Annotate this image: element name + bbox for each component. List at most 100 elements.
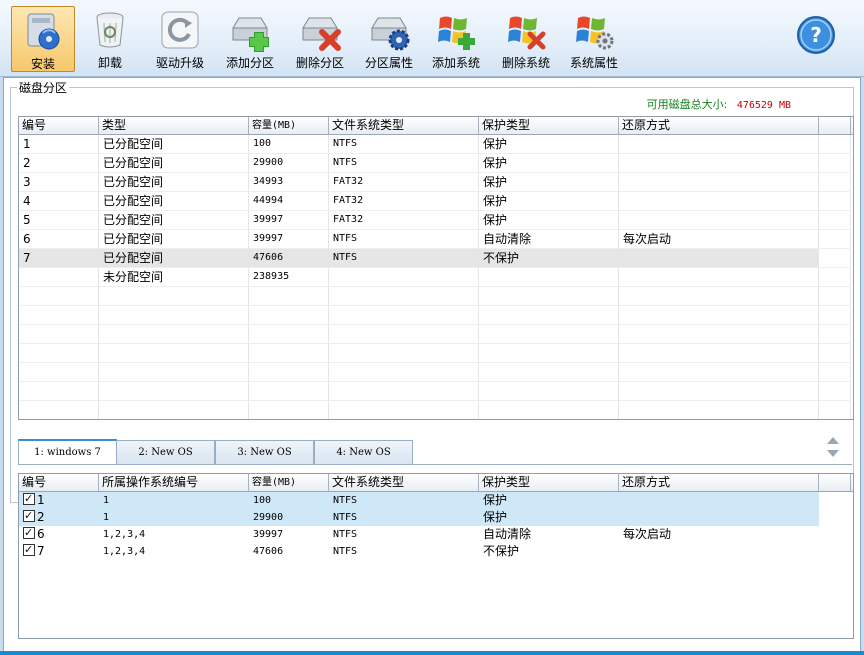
add-partition-label: 添加分区 <box>225 56 274 70</box>
delete-os-label: 删除系统 <box>501 56 550 70</box>
partition-row[interactable]: 未分配空间 238935 <box>19 268 853 287</box>
cell-restore: 每次启动 <box>623 527 672 541</box>
partition-row[interactable]: 7 已分配空间 47606 NTFS 不保护 <box>19 249 853 268</box>
tab-os-1[interactable]: 1: windows 7 <box>18 439 117 465</box>
os-tabs: 1: windows 7 2: New OS 3: New OS 4: New … <box>18 439 618 465</box>
cell-filesystem <box>329 268 479 287</box>
partition-properties-button[interactable]: 分区属性 <box>357 6 421 72</box>
partition-row[interactable] <box>19 363 853 382</box>
os-partition-row[interactable]: 11100NTFS保护 <box>19 492 853 509</box>
cell-protection: 保护 <box>479 509 619 526</box>
add-partition-button[interactable]: 添加分区 <box>218 6 282 72</box>
col-os-number[interactable]: 所属操作系统编号 <box>99 474 249 491</box>
col-restore[interactable]: 还原方式 <box>619 117 819 134</box>
tab-os-3[interactable]: 3: New OS <box>215 440 314 464</box>
partition-row[interactable] <box>19 344 853 363</box>
add-os-icon <box>438 16 475 50</box>
cell-protection <box>479 382 619 401</box>
cell-number: 6 <box>19 230 99 249</box>
cell-filler <box>819 344 851 363</box>
cell-number: 2 <box>19 509 99 526</box>
partition-table[interactable]: 编号 类型 容量(MB) 文件系统类型 保护类型 还原方式 1 已分配空间 100 N… <box>18 116 854 420</box>
os-partition-table[interactable]: 编号 所属操作系统编号 容量(MB) 文件系统类型 保护类型 还原方式 1110… <box>18 473 854 639</box>
os-partition-row[interactable]: 6 1,2,3,4 39997 NTFS 自动清除 每次启动 <box>19 526 853 543</box>
tab-os-2[interactable]: 2: New OS <box>116 440 215 464</box>
delete-os-button[interactable]: 删除系统 <box>494 6 558 72</box>
cell-number <box>19 268 99 287</box>
partition-row[interactable]: 4 已分配空间 44994 FAT32 保护 <box>19 192 853 211</box>
partition-row[interactable] <box>19 382 853 401</box>
col-capacity[interactable]: 容量(MB) <box>249 117 329 134</box>
install-disk-icon <box>27 13 60 50</box>
cell-number: 1 <box>19 492 99 509</box>
cell-filler <box>819 211 851 230</box>
cell-filler <box>819 526 851 543</box>
cell-number <box>19 344 99 363</box>
driver-upgrade-button[interactable]: 驱动升级 <box>148 6 212 72</box>
cell-capacity: 47606 <box>249 249 329 268</box>
cell-restore <box>619 382 819 401</box>
row-checkbox[interactable] <box>23 492 35 507</box>
cell-protection: 保护 <box>479 135 619 154</box>
install-button[interactable]: 安装 <box>11 6 75 72</box>
row-checkbox[interactable] <box>23 526 35 541</box>
help-icon[interactable]: ? <box>796 15 836 55</box>
cell-type <box>99 382 249 401</box>
partition-row[interactable]: 5 已分配空间 39997 FAT32 保护 <box>19 211 853 230</box>
cell-filler <box>819 325 851 344</box>
cell-protection: 保护 <box>479 492 619 509</box>
partition-row[interactable] <box>19 287 853 306</box>
partition-row[interactable]: 3 已分配空间 34993 FAT32 保护 <box>19 173 853 192</box>
os-partition-row[interactable]: 7 1,2,3,4 47606 NTFS 不保护 <box>19 543 853 560</box>
cell-filler <box>819 192 851 211</box>
cell-protection <box>479 363 619 382</box>
col-protection[interactable]: 保护类型 <box>479 117 619 134</box>
cell-protection: 不保护 <box>483 544 520 558</box>
cell-number: 3 <box>19 173 99 192</box>
tab-os-4[interactable]: 4: New OS <box>314 440 413 464</box>
cell-capacity <box>249 382 329 401</box>
partition-row[interactable]: 2 已分配空间 29900 NTFS 保护 <box>19 154 853 173</box>
cell-filesystem: NTFS <box>329 135 479 154</box>
bottom-accent-bar <box>0 651 864 655</box>
delete-partition-button[interactable]: 删除分区 <box>288 6 352 72</box>
cell-number: 7 <box>19 543 99 560</box>
col-capacity[interactable]: 容量(MB) <box>249 474 329 491</box>
partition-row[interactable] <box>19 401 853 419</box>
tab-scroll-spinner[interactable] <box>826 433 840 461</box>
cell-filesystem: NTFS <box>333 546 358 557</box>
col-number[interactable]: 编号 <box>19 117 99 134</box>
cell-filesystem: NTFS <box>329 509 479 526</box>
add-os-button[interactable]: 添加系统 <box>424 6 488 72</box>
partition-row[interactable] <box>19 325 853 344</box>
partition-row[interactable] <box>19 306 853 325</box>
row-checkbox[interactable] <box>23 509 35 524</box>
toolbar: 安装 卸载 驱动升级 添加分区 删除分区 分区属性 添加系统 删除系统 系统属性… <box>0 0 864 77</box>
col-filesystem[interactable]: 文件系统类型 <box>329 117 479 134</box>
cell-filler <box>819 382 851 401</box>
cell-restore <box>619 287 819 306</box>
os-partition-row[interactable]: 2 129900NTFS保护 <box>19 509 853 526</box>
row-checkbox[interactable] <box>23 543 35 558</box>
partition-row[interactable]: 1 已分配空间 100 NTFS 保护 <box>19 135 853 154</box>
os-partition-table-body: 11100NTFS保护2129900NTFS保护61,2,3,439997NTF… <box>19 492 853 560</box>
delete-os-icon <box>508 16 546 50</box>
col-type[interactable]: 类型 <box>99 117 249 134</box>
col-restore[interactable]: 还原方式 <box>619 474 819 491</box>
cell-protection <box>479 325 619 344</box>
cell-capacity: 100 <box>249 492 329 509</box>
col-number[interactable]: 编号 <box>19 474 99 491</box>
os-properties-button[interactable]: 系统属性 <box>562 6 626 72</box>
cell-restore <box>619 306 819 325</box>
cell-capacity <box>249 325 329 344</box>
cell-restore <box>619 211 819 230</box>
cell-filler <box>819 287 851 306</box>
partition-row[interactable]: 6 已分配空间 39997 NTFS 自动清除 每次启动 <box>19 230 853 249</box>
partition-table-body: 1 已分配空间 100 NTFS 保护 2 已分配空间 29900 NTFS 保护 3 已分配空间 34… <box>19 135 853 419</box>
cell-number: 4 <box>19 192 99 211</box>
cell-type: 未分配空间 <box>99 268 249 287</box>
uninstall-button[interactable]: 卸载 <box>78 6 142 72</box>
cell-number <box>19 325 99 344</box>
col-filesystem[interactable]: 文件系统类型 <box>329 474 479 491</box>
col-protection[interactable]: 保护类型 <box>479 474 619 491</box>
